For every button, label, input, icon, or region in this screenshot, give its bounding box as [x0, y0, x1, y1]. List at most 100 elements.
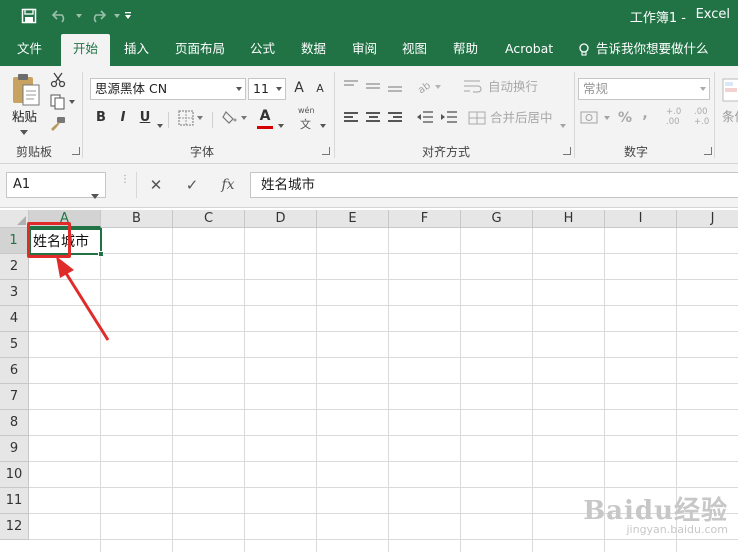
shrink-font-button[interactable]: A [314, 79, 326, 101]
clipboard-launcher-icon[interactable] [72, 147, 80, 155]
borders-icon[interactable] [178, 110, 204, 126]
font-name-value: 思源黑体 CN [95, 81, 168, 96]
title-bar: 工作簿1 - Excel [0, 0, 738, 32]
merge-center-button[interactable]: 合并后居中 [490, 108, 553, 130]
row-header-7[interactable]: 7 [0, 384, 29, 410]
save-icon[interactable] [18, 6, 40, 26]
font-size-select[interactable]: 11 [248, 78, 286, 100]
bold-button[interactable]: B [94, 108, 108, 130]
format-painter-icon[interactable] [50, 116, 66, 132]
row-header-8[interactable]: 8 [0, 410, 29, 436]
column-header-d[interactable]: D [245, 210, 317, 228]
align-right-icon[interactable] [388, 112, 402, 124]
align-left-icon[interactable] [344, 112, 358, 124]
undo-dropdown-icon[interactable] [74, 6, 84, 26]
ribbon-home: 粘贴 剪贴板 思源黑体 CN 11 A A B I U A wén 文 字体 a… [0, 66, 738, 164]
fill-color-icon[interactable] [222, 109, 248, 127]
column-header-c[interactable]: C [173, 210, 245, 228]
tab-review[interactable]: 审阅 [352, 32, 377, 66]
row-header-5[interactable]: 5 [0, 332, 29, 358]
tab-file[interactable]: 文件 [17, 32, 42, 66]
customize-toolbar-icon[interactable] [122, 6, 134, 26]
row-header-6[interactable]: 6 [0, 358, 29, 384]
redo-dropdown-icon[interactable] [112, 6, 122, 26]
paste-dropdown-icon[interactable] [20, 124, 28, 135]
increase-decimal-button[interactable]: +.0 .00 [666, 107, 690, 127]
align-bottom-icon[interactable] [388, 86, 402, 98]
underline-dropdown-icon[interactable] [157, 117, 163, 131]
number-launcher-icon[interactable] [704, 147, 712, 155]
increase-indent-icon[interactable] [440, 110, 458, 126]
font-launcher-icon[interactable] [322, 147, 330, 155]
font-color-button[interactable]: A [256, 108, 274, 129]
formula-bar-grip-icon[interactable]: ⋮ [120, 175, 130, 192]
row-header-3[interactable]: 3 [0, 280, 29, 306]
paste-icon[interactable] [10, 72, 42, 108]
cut-icon[interactable] [50, 72, 66, 88]
row-header-12[interactable]: 12 [0, 514, 29, 540]
tab-home[interactable]: 开始 [61, 34, 111, 66]
name-box[interactable]: A1 [6, 172, 106, 199]
row-header-1[interactable]: 1 [0, 228, 29, 254]
merge-center-icon[interactable] [468, 110, 486, 126]
tell-me-search[interactable]: 告诉我你想要做什么 [596, 32, 709, 66]
comma-style-button[interactable]: , [640, 104, 650, 126]
conditional-format-icon[interactable] [722, 78, 738, 104]
column-header-b[interactable]: B [101, 210, 173, 228]
grow-font-button[interactable]: A [292, 78, 306, 100]
insert-function-button[interactable]: fx [218, 172, 238, 198]
formula-input[interactable]: 姓名城市 [250, 172, 738, 198]
align-top-icon[interactable] [344, 80, 358, 92]
align-center-icon[interactable] [366, 112, 380, 124]
chevron-down-icon[interactable] [91, 184, 99, 208]
italic-button[interactable]: I [116, 108, 130, 130]
font-name-select[interactable]: 思源黑体 CN [90, 78, 246, 100]
conditional-format-button[interactable]: 条件 [722, 106, 738, 125]
column-header-e[interactable]: E [317, 210, 389, 228]
tab-view[interactable]: 视图 [402, 32, 427, 66]
phonetic-dropdown-icon[interactable] [320, 117, 326, 131]
worksheet-grid[interactable]: A B C D E F G H I J 1 2 3 4 5 6 7 8 9 10… [0, 210, 738, 552]
cancel-button[interactable]: ✕ [146, 172, 166, 198]
accounting-format-icon[interactable] [580, 109, 612, 127]
select-all-button[interactable] [0, 210, 29, 228]
divider [212, 112, 213, 128]
wrap-text-icon[interactable] [462, 78, 484, 94]
enter-button[interactable]: ✓ [182, 172, 202, 198]
row-header-10[interactable]: 10 [0, 462, 29, 488]
merge-dropdown-icon[interactable] [560, 117, 566, 131]
group-divider [334, 72, 335, 158]
font-color-swatch [257, 126, 273, 129]
row-header-4[interactable]: 4 [0, 306, 29, 332]
tab-insert[interactable]: 插入 [124, 32, 149, 66]
row-header-2[interactable]: 2 [0, 254, 29, 280]
tab-data[interactable]: 数据 [301, 32, 326, 66]
percent-style-button[interactable]: % [616, 108, 634, 130]
alignment-group-label: 对齐方式 [422, 145, 471, 159]
column-header-h[interactable]: H [533, 210, 605, 228]
underline-button[interactable]: U [137, 108, 153, 130]
undo-icon[interactable] [48, 6, 72, 26]
orientation-icon[interactable]: ab [416, 78, 442, 96]
row-header-9[interactable]: 9 [0, 436, 29, 462]
copy-icon[interactable] [50, 94, 76, 110]
tab-help[interactable]: 帮助 [453, 32, 478, 66]
decrease-indent-icon[interactable] [416, 110, 434, 126]
number-format-select[interactable]: 常规 [578, 78, 710, 100]
tab-acrobat[interactable]: Acrobat [505, 32, 553, 66]
row-header-11[interactable]: 11 [0, 488, 29, 514]
alignment-launcher-icon[interactable] [563, 147, 571, 155]
column-header-j[interactable]: J [677, 210, 738, 228]
redo-icon[interactable] [86, 6, 110, 26]
tab-formulas[interactable]: 公式 [250, 32, 275, 66]
tab-page-layout[interactable]: 页面布局 [175, 32, 225, 66]
align-middle-icon[interactable] [366, 83, 380, 95]
phonetic-guide-button[interactable]: wén [298, 106, 315, 115]
wrap-text-button[interactable]: 自动换行 [488, 77, 538, 99]
column-header-g[interactable]: G [461, 210, 533, 228]
lightbulb-icon[interactable] [578, 32, 590, 66]
column-header-i[interactable]: I [605, 210, 677, 228]
column-header-f[interactable]: F [389, 210, 461, 228]
paste-button-label[interactable]: 粘贴 [12, 106, 37, 125]
font-color-dropdown-icon[interactable] [278, 117, 284, 131]
